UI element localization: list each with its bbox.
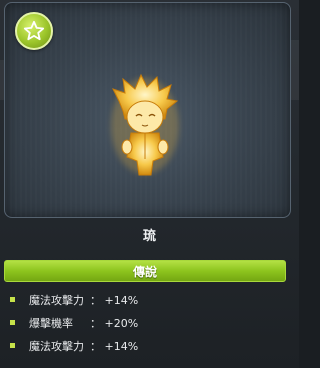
stat-value: ： +20% [90, 316, 139, 330]
stats-list: 魔法攻擊力 ： +14% 爆擊機率 ： +20% 魔法攻擊力 ： +14% [0, 288, 299, 357]
bullet-icon [10, 320, 15, 325]
stat-value: ： +14% [90, 339, 139, 353]
grade-badge: 傳說 [4, 260, 286, 282]
bullet-icon [10, 343, 15, 348]
item-name: 琉 [142, 229, 156, 244]
stat-label: 爆擊機率 [29, 316, 73, 330]
stat-value: ： +14% [90, 293, 139, 307]
stat-label: 魔法攻擊力 [29, 293, 84, 307]
item-preview-card [4, 2, 291, 218]
bullet-icon [10, 297, 15, 302]
character-figure [111, 73, 179, 176]
star-icon [15, 12, 53, 50]
stat-label: 魔法攻擊力 [29, 339, 84, 353]
grade-label: 傳說 [132, 264, 157, 279]
stat-row: 魔法攻擊力 ： +14% [0, 334, 299, 357]
item-tooltip: 琉 傳說 魔法攻擊力 ： +14% 爆擊機率 ： +20% 魔法攻擊力 ： +1… [0, 0, 299, 368]
stat-row: 魔法攻擊力 ： +14% [0, 288, 299, 311]
stat-row: 爆擊機率 ： +20% [0, 311, 299, 334]
